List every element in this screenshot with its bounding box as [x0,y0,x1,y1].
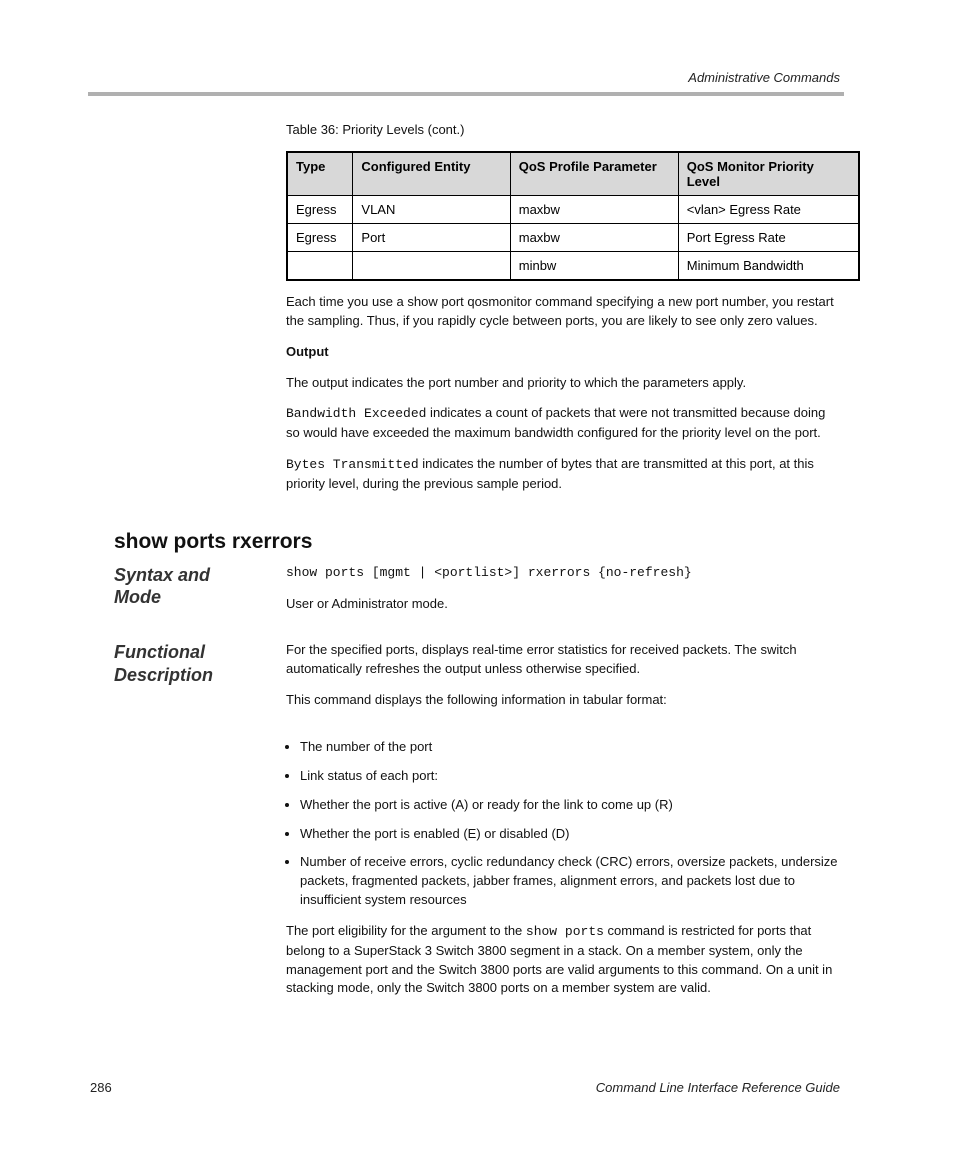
header-running-title: Administrative Commands [688,70,840,85]
page-footer: 286 Command Line Interface Reference Gui… [0,1080,954,1095]
table-cell: Minimum Bandwidth [678,252,859,281]
list-item: Link status of each port: [300,767,840,786]
table-row: minbwMinimum Bandwidth [287,252,859,281]
list-item: Whether the port is active (A) or ready … [300,796,840,815]
table-header-entity: Configured Entity [353,152,510,196]
table-cell: <vlan> Egress Rate [678,196,859,224]
output-p2-label: Bandwidth Exceeded [286,406,426,421]
table-cell: minbw [510,252,678,281]
table-cell: maxbw [510,196,678,224]
table-cell: Port [353,224,510,252]
functional-p3: The port eligibility for the argument to… [286,922,840,998]
table-header-qos-param: QoS Profile Parameter [510,152,678,196]
table-header-type: Type [287,152,353,196]
footer-page-number: 286 [90,1080,112,1095]
side-heading-syntax: Syntax and Mode [114,564,262,626]
functional-bullet-list: The number of the port Link status of eac… [300,738,840,910]
output-p2: Bandwidth Exceeded indicates a count of … [286,404,840,443]
syntax-mode: User or Administrator mode. [286,595,840,614]
header-divider [88,92,844,96]
below-table-note: Each time you use a show port qosmonitor… [286,293,840,331]
table-body: EgressVLANmaxbw<vlan> Egress RateEgressP… [287,196,859,281]
functional-p3-mono: show ports [526,924,604,939]
table-cell: maxbw [510,224,678,252]
functional-p3a: The port eligibility for the argument to… [286,923,526,938]
table-cell: Egress [287,224,353,252]
table-cell: Egress [287,196,353,224]
list-item: Whether the port is enabled (E) or disab… [300,825,840,844]
table-caption: Table 36: Priority Levels (cont.) [286,122,840,137]
table-cell [287,252,353,281]
functional-p2: This command displays the following info… [286,691,840,710]
table-cell: VLAN [353,196,510,224]
table-header-row: Type Configured Entity QoS Profile Param… [287,152,859,196]
list-item: Number of receive errors, cyclic redunda… [300,853,840,910]
footer-doc-title: Command Line Interface Reference Guide [596,1080,840,1095]
priority-levels-table: Type Configured Entity QoS Profile Param… [286,151,860,281]
output-heading: Output [286,343,840,362]
output-p1: The output indicates the port number and… [286,374,840,393]
output-p3: Bytes Transmitted indicates the number o… [286,455,840,494]
table-cell: Port Egress Rate [678,224,859,252]
output-p3-label: Bytes Transmitted [286,457,419,472]
section-title-show-ports-rxerrors: show ports rxerrors [114,530,840,554]
syntax-code: show ports [mgmt | <portlist>] rxerrors … [286,564,840,583]
table-row: EgressPortmaxbwPort Egress Rate [287,224,859,252]
side-heading-functional: Functional Description [114,641,262,722]
list-item: The number of the port [300,738,840,757]
table-cell [353,252,510,281]
table-row: EgressVLANmaxbw<vlan> Egress Rate [287,196,859,224]
table-header-qos-priority: QoS Monitor Priority Level [678,152,859,196]
functional-p1: For the specified ports, displays real-t… [286,641,840,679]
